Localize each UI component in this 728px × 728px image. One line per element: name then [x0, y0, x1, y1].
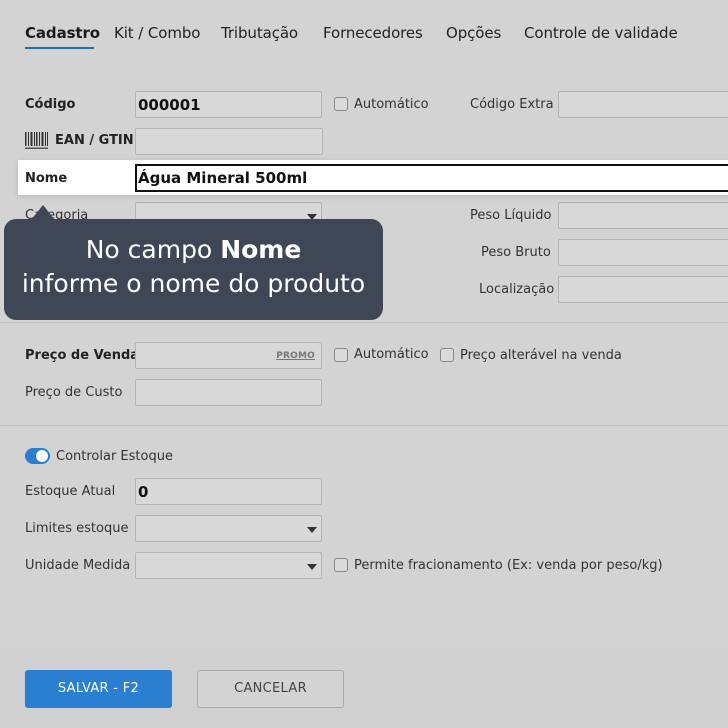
- preco-alteravel-checkbox[interactable]: [440, 348, 454, 362]
- preco-venda-input[interactable]: PROMO: [135, 342, 322, 369]
- permite-fracionamento-label: Permite fracionamento (Ex: venda por pes…: [354, 558, 663, 573]
- promo-link[interactable]: PROMO: [276, 351, 315, 361]
- tab-cadastro[interactable]: Cadastro: [25, 24, 100, 42]
- localizacao-label: Localização: [479, 282, 555, 297]
- toggle-knob: [36, 450, 48, 462]
- controlar-estoque-label: Controlar Estoque: [56, 449, 173, 464]
- peso-bruto-input[interactable]: [558, 239, 728, 266]
- preco-alteravel-label: Preço alterável na venda: [460, 348, 622, 363]
- codigo-extra-label: Código Extra: [470, 97, 554, 112]
- localizacao-input[interactable]: [558, 276, 728, 303]
- tooltip-arrow: [31, 205, 55, 220]
- preco-custo-label: Preço de Custo: [25, 385, 123, 400]
- controlar-estoque-toggle[interactable]: [25, 448, 50, 464]
- preco-custo-input[interactable]: [135, 379, 322, 406]
- limites-estoque-select[interactable]: [135, 515, 322, 542]
- cancel-button[interactable]: CANCELAR: [197, 670, 344, 708]
- section-divider: [0, 425, 728, 426]
- tab-controle-validade[interactable]: Controle de validade: [524, 24, 678, 42]
- preco-venda-label: Preço de Venda: [25, 348, 140, 363]
- tooltip-line-2: informe o nome do produto: [21, 269, 366, 298]
- chevron-down-icon: [307, 527, 317, 533]
- limites-estoque-label: Limites estoque: [25, 521, 129, 536]
- automatico-codigo-checkbox[interactable]: [334, 97, 348, 111]
- tab-fornecedores[interactable]: Fornecedores: [323, 24, 423, 42]
- ean-input[interactable]: [135, 128, 323, 155]
- permite-fracionamento-checkbox[interactable]: [334, 558, 348, 572]
- chevron-down-icon: [307, 564, 317, 570]
- tab-bar: Cadastro Kit / Combo Tributação Forneced…: [0, 0, 728, 60]
- estoque-atual-input[interactable]: 0: [135, 478, 322, 505]
- unidade-medida-label: Unidade Medida: [25, 558, 131, 573]
- tooltip-line-1-bold: Nome: [220, 235, 302, 264]
- codigo-extra-input[interactable]: [558, 91, 728, 118]
- peso-liquido-input[interactable]: [558, 202, 728, 229]
- ean-label: EAN / GTIN: [55, 133, 134, 148]
- codigo-label: Código: [25, 97, 76, 112]
- tab-tributacao[interactable]: Tributação: [221, 24, 298, 42]
- tab-opcoes[interactable]: Opções: [446, 24, 501, 42]
- automatico-preco-label: Automático: [354, 347, 429, 362]
- estoque-atual-label: Estoque Atual: [25, 484, 116, 499]
- barcode-icon: [25, 132, 48, 149]
- tooltip-line-1-prefix: No campo: [85, 235, 221, 264]
- codigo-input[interactable]: 000001: [135, 91, 322, 118]
- section-divider: [0, 322, 728, 323]
- tab-kit-combo[interactable]: Kit / Combo: [114, 24, 200, 42]
- peso-bruto-label: Peso Bruto: [481, 245, 551, 260]
- automatico-codigo-label: Automático: [354, 97, 429, 112]
- unidade-medida-select[interactable]: [135, 552, 322, 579]
- tutorial-tooltip: No campo Nome informe o nome do produto: [4, 219, 383, 320]
- save-button[interactable]: SALVAR - F2: [25, 670, 172, 708]
- nome-label: Nome: [25, 171, 68, 186]
- peso-liquido-label: Peso Líquido: [470, 208, 552, 223]
- tooltip-line-1: No campo Nome: [4, 233, 383, 267]
- active-tab-indicator: [25, 47, 94, 49]
- automatico-preco-checkbox[interactable]: [334, 348, 348, 362]
- nome-input[interactable]: Água Mineral 500ml: [135, 164, 728, 192]
